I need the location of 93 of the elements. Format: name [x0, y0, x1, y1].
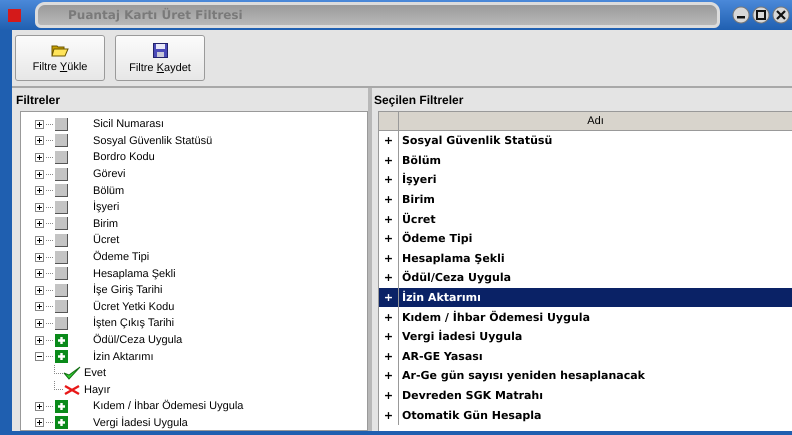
tree-item[interactable]: Bordro Kodu: [93, 151, 155, 164]
checkbox[interactable]: [55, 134, 68, 148]
tree-item[interactable]: Hayır: [84, 384, 110, 396]
tree-item[interactable]: Ücret Yetki Kodu: [93, 300, 174, 313]
table-cell-text: Ödül/Ceza Uygula: [401, 271, 512, 284]
expander-icon[interactable]: [35, 202, 44, 212]
checkbox[interactable]: [55, 217, 68, 230]
expander-icon[interactable]: [35, 286, 44, 295]
tree-item[interactable]: Ödül/Ceza Uygula: [93, 334, 182, 346]
expander-icon[interactable]: [35, 186, 44, 196]
table-cell-text: İşyeri: [401, 173, 436, 186]
checkbox[interactable]: [55, 267, 68, 280]
grid-row[interactable]: + Sosyal Güvenlik Statüsü: [379, 131, 792, 151]
tree-item[interactable]: İşyeri: [93, 201, 120, 214]
table-cell-text: Birim: [401, 193, 435, 206]
grid-row[interactable]: + Otomatik Gün Hesapla: [379, 405, 792, 425]
table-cell-text: Kıdem / İhbar Ödemesi Uygula: [401, 310, 590, 324]
table-cell-text: Sosyal Güvenlik Statüsü: [401, 134, 552, 148]
tree-item[interactable]: İşe Giriş Tarihi: [93, 284, 162, 296]
grid-row[interactable]: + Vergi İadesi Uygula: [379, 326, 792, 347]
grid-row[interactable]: + İzin Aktarımı: [379, 288, 792, 308]
checkbox[interactable]: [55, 184, 68, 198]
grid-row[interactable]: + İşyeri: [379, 170, 792, 190]
tree-item[interactable]: Görevi: [93, 168, 126, 180]
expander-icon[interactable]: [35, 402, 44, 411]
cross-icon: [63, 384, 81, 396]
folder-icon: [51, 43, 69, 57]
grid-row[interactable]: + Birim: [379, 190, 792, 210]
grid-row[interactable]: + Hesaplama Şekli: [379, 248, 792, 268]
table-cell-text: Bölüm: [401, 154, 442, 167]
checkbox[interactable]: [55, 150, 68, 164]
grid-row[interactable]: + Bölüm: [379, 150, 792, 170]
expander-icon[interactable]: [35, 236, 44, 245]
tree-item[interactable]: Bölüm: [93, 184, 124, 197]
minimize-icon[interactable]: [732, 6, 750, 24]
table-cell-text: Hesaplama Şekli: [401, 252, 505, 265]
expander-icon[interactable]: [35, 252, 44, 262]
tree-item[interactable]: Sosyal Güvenlik Statüsü: [93, 134, 212, 147]
expander-icon[interactable]: [35, 418, 44, 428]
grid-row[interactable]: + Ödeme Tipi: [379, 228, 792, 249]
tree-item[interactable]: İşten Çıkış Tarihi: [93, 317, 174, 330]
checkbox[interactable]: [55, 316, 68, 330]
expander-icon[interactable]: [35, 152, 44, 162]
section-title: Seçilen Filtreler: [373, 92, 464, 109]
plus-icon[interactable]: [55, 416, 68, 430]
toolbar-button[interactable]: Filtre Yükle: [15, 35, 105, 81]
plus-icon[interactable]: [55, 334, 68, 347]
table-cell-text: Vergi İadesi Uygula: [401, 330, 522, 344]
grid-row[interactable]: + Ücret: [379, 209, 792, 229]
table-cell-text: Ar-Ge gün sayısı yeniden hesaplanacak: [401, 369, 645, 382]
tree-item[interactable]: İzin Aktarımı: [93, 350, 154, 363]
tree-item[interactable]: Hesaplama Şekli: [93, 268, 176, 280]
checkbox[interactable]: [55, 234, 68, 247]
expander-icon[interactable]: [35, 219, 44, 228]
close-icon[interactable]: [772, 6, 790, 24]
tree-item[interactable]: Ödeme Tipi: [93, 251, 150, 264]
section-title: Filtreler: [15, 92, 62, 109]
checkbox[interactable]: [55, 300, 68, 314]
table-cell-text: AR-GE Yasası: [401, 350, 483, 363]
expander-icon[interactable]: [35, 170, 44, 179]
expander-icon[interactable]: [35, 269, 44, 278]
expander-icon[interactable]: [35, 352, 44, 362]
toolbar-button[interactable]: Filtre Kaydet: [115, 35, 205, 81]
checkbox[interactable]: [55, 118, 68, 131]
checkbox[interactable]: [55, 250, 68, 264]
tree-item[interactable]: Kıdem / İhbar Ödemesi Uygula: [93, 400, 244, 412]
expander-icon[interactable]: [35, 302, 44, 312]
grid-row[interactable]: + Devreden SGK Matrahı: [379, 386, 792, 406]
grid-row[interactable]: + Ar-Ge gün sayısı yeniden hesaplanacak: [379, 366, 792, 386]
tree-item[interactable]: Vergi İadesi Uygula: [93, 416, 188, 429]
table-cell-text: Otomatik Gün Hesapla: [401, 408, 542, 422]
grid-row[interactable]: + AR-GE Yasası: [379, 346, 792, 366]
maximize-icon[interactable]: [752, 6, 770, 24]
tree-item[interactable]: Birim: [93, 218, 118, 230]
app-icon: [8, 8, 21, 22]
check-icon: [63, 366, 81, 380]
tree-item[interactable]: Sicil Numarası: [93, 118, 164, 130]
table-cell-text: Devreden SGK Matrahı: [401, 389, 544, 402]
tree-item[interactable]: Ücret: [93, 234, 120, 246]
tree-item[interactable]: Evet: [84, 367, 106, 380]
checkbox[interactable]: [55, 168, 68, 181]
checkbox[interactable]: [55, 284, 68, 297]
expander-icon[interactable]: [35, 336, 44, 345]
table-cell-text: Ücret: [401, 212, 436, 226]
plus-icon[interactable]: [55, 350, 68, 364]
checkbox[interactable]: [55, 200, 68, 214]
expander-icon[interactable]: [35, 318, 44, 328]
grid-row[interactable]: + Kıdem / İhbar Ödemesi Uygula: [379, 307, 792, 327]
expander-icon[interactable]: [35, 120, 44, 129]
table-cell-text: İzin Aktarımı: [401, 291, 481, 304]
expander-icon[interactable]: [35, 136, 44, 146]
plus-icon[interactable]: [55, 400, 68, 413]
table-cell-text: Ödeme Tipi: [401, 232, 472, 246]
